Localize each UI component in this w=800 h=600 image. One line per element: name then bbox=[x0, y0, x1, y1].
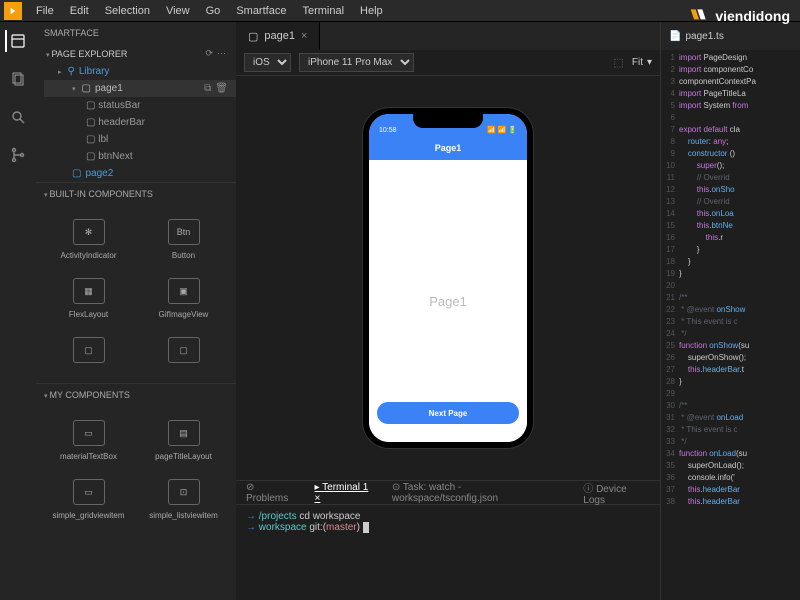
orientation-icon[interactable]: ⬚ bbox=[613, 56, 623, 69]
tree-item[interactable]: ▢ btnNext bbox=[44, 148, 236, 165]
activity-git-icon[interactable] bbox=[7, 144, 29, 166]
component-simple_gridviewitem[interactable]: ▭simple_gridviewitem bbox=[44, 473, 133, 526]
component-Button[interactable]: BtnButton bbox=[139, 213, 228, 266]
bottom-panel: ⊘ Problems ▸ Terminal 1 × ⊙ Task: watch - … bbox=[236, 480, 660, 600]
builtin-header[interactable]: BUILT-IN COMPONENTS bbox=[36, 183, 236, 205]
component-materialTextBox[interactable]: ▭materialTextBox bbox=[44, 414, 133, 467]
panel-tab[interactable]: ⊘ Problems bbox=[246, 482, 299, 504]
phone-notch bbox=[413, 114, 483, 128]
phone-page-body: Page1 Next Page bbox=[369, 160, 527, 442]
preview-toolbar: iOS iPhone 11 Pro Max ⬚ Fit ▾ bbox=[236, 50, 660, 76]
copy-icon[interactable]: ⧉ bbox=[204, 83, 211, 94]
menu-help[interactable]: Help bbox=[352, 5, 391, 17]
editor-tab[interactable]: 📄 page1.ts bbox=[661, 22, 800, 50]
run-button[interactable] bbox=[4, 2, 22, 20]
component-item[interactable]: ▢ bbox=[44, 331, 133, 375]
component-FlexLayout[interactable]: ▦FlexLayout bbox=[44, 272, 133, 325]
next-page-button[interactable]: Next Page bbox=[377, 402, 519, 424]
menu-selection[interactable]: Selection bbox=[97, 5, 158, 17]
code-editor: 📄 page1.ts 1import PageDesign2import com… bbox=[660, 22, 800, 600]
menu-terminal[interactable]: Terminal bbox=[294, 5, 352, 17]
activity-bar bbox=[0, 22, 36, 600]
tab-page1[interactable]: ▢ page1 × bbox=[236, 22, 320, 50]
tree-item[interactable]: ▢ statusBar bbox=[44, 97, 236, 114]
chevron-down-icon: ▾ bbox=[647, 57, 652, 68]
activity-explorer-icon[interactable] bbox=[5, 30, 27, 52]
tree-page1[interactable]: ▢ page1⧉🗑 bbox=[44, 80, 236, 97]
zoom-fit[interactable]: Fit ▾ bbox=[632, 57, 652, 68]
component-item[interactable]: ▢ bbox=[139, 331, 228, 375]
menu-edit[interactable]: Edit bbox=[62, 5, 97, 17]
panel-tab[interactable]: ⊙ Task: watch - workspace/tsconfig.json bbox=[392, 482, 567, 504]
component-GifImageView[interactable]: ▣GifImageView bbox=[139, 272, 228, 325]
tree-item[interactable]: ▢ headerBar bbox=[44, 114, 236, 131]
terminal[interactable]: → /projects cd workspace→ workspace git:… bbox=[236, 505, 660, 600]
menu-view[interactable]: View bbox=[158, 5, 198, 17]
component-simple_listviewitem[interactable]: ⊡simple_listviewitem bbox=[139, 473, 228, 526]
menu-file[interactable]: File bbox=[28, 5, 62, 17]
panel-tab[interactable]: ⓘ Device Logs bbox=[583, 480, 650, 506]
brand-logo-icon bbox=[689, 6, 709, 26]
refresh-icon[interactable]: ⟳ bbox=[205, 48, 213, 59]
menu-smartface[interactable]: Smartface bbox=[228, 5, 294, 17]
delete-icon[interactable]: 🗑 bbox=[215, 83, 228, 94]
device-preview: 10:58📶 📶 🔋 Page1 Page1 Next Page bbox=[236, 76, 660, 480]
brand-watermark: viendidong bbox=[689, 6, 790, 26]
sidebar: SMARTFACE PAGE EXPLORER ⟳⋯ ⚲ Library ▢ p… bbox=[36, 22, 236, 600]
component-pageTitleLayout[interactable]: ▤pageTitleLayout bbox=[139, 414, 228, 467]
menu-go[interactable]: Go bbox=[198, 5, 229, 17]
editor-tabs: ▢ page1 × bbox=[236, 22, 660, 50]
page-explorer-header[interactable]: PAGE EXPLORER ⟳⋯ bbox=[36, 44, 236, 63]
sidebar-title: SMARTFACE bbox=[36, 22, 236, 44]
tree-item[interactable]: ▢ lbl bbox=[44, 131, 236, 148]
device-select[interactable]: iPhone 11 Pro Max bbox=[299, 53, 414, 72]
activity-files-icon[interactable] bbox=[7, 68, 29, 90]
page-label: Page1 bbox=[429, 294, 467, 309]
mycomp-header[interactable]: MY COMPONENTS bbox=[36, 384, 236, 406]
os-select[interactable]: iOS bbox=[244, 53, 291, 72]
brand-text: viendidong bbox=[715, 8, 790, 24]
tree-library[interactable]: ⚲ Library bbox=[44, 63, 236, 80]
menu-bar: FileEditSelectionViewGoSmartfaceTerminal… bbox=[0, 0, 800, 22]
close-icon[interactable]: × bbox=[301, 30, 307, 42]
phone-navbar: Page1 bbox=[369, 136, 527, 160]
more-icon[interactable]: ⋯ bbox=[217, 48, 226, 59]
code-body[interactable]: 1import PageDesign2import componentCo3co… bbox=[661, 50, 800, 510]
activity-search-icon[interactable] bbox=[7, 106, 29, 128]
phone-frame: 10:58📶 📶 🔋 Page1 Page1 Next Page bbox=[363, 108, 533, 448]
panel-tab[interactable]: ▸ Terminal 1 × bbox=[315, 482, 376, 504]
component-ActivityIndicator[interactable]: ✻ActivityIndicator bbox=[44, 213, 133, 266]
tree-page2[interactable]: ▢ page2 bbox=[44, 165, 236, 182]
